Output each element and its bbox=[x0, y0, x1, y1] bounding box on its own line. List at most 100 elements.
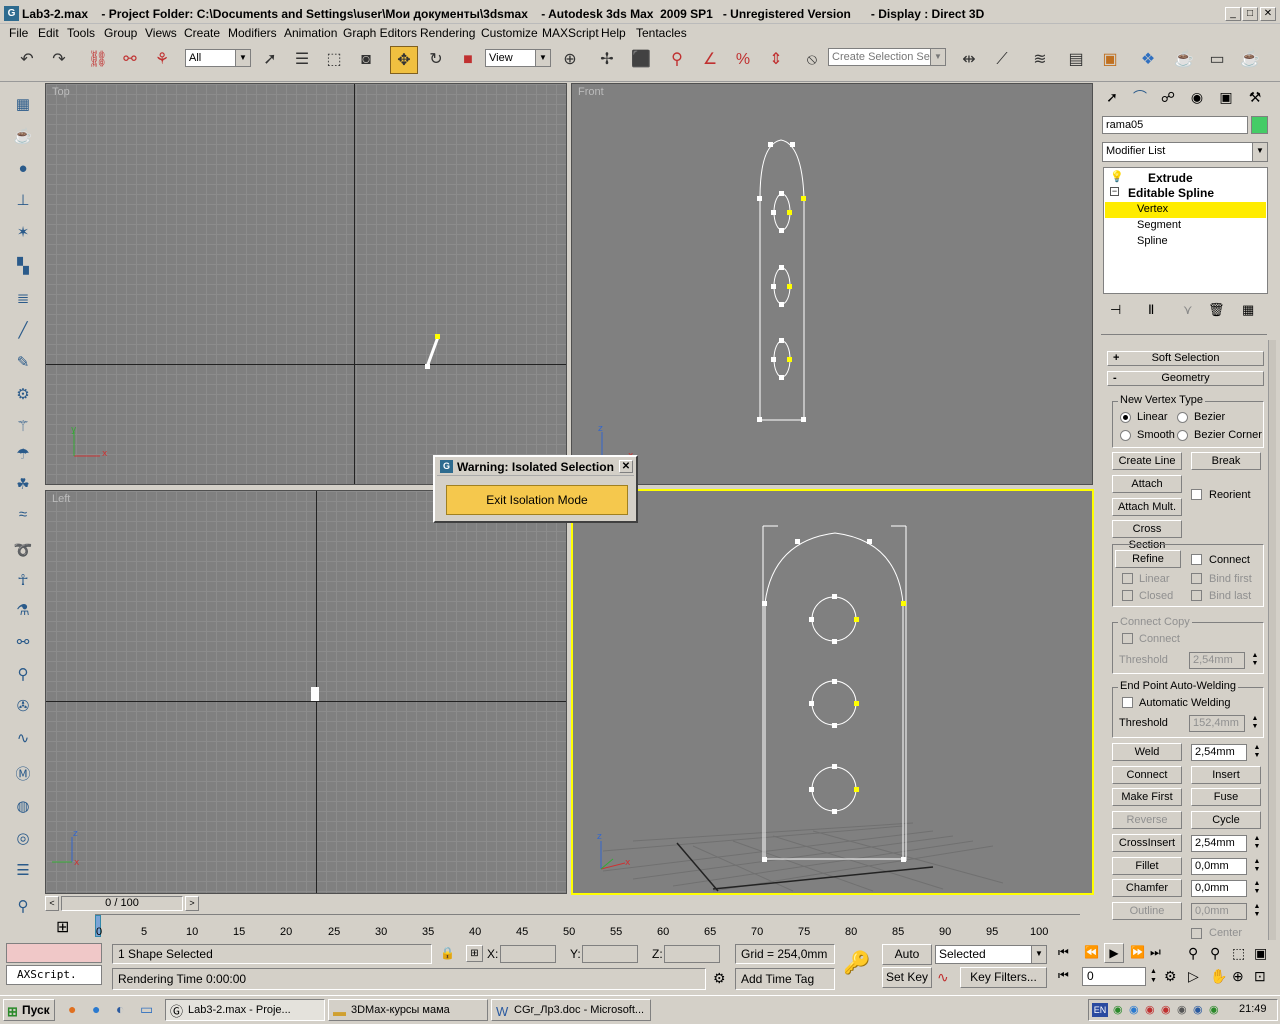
refine-button[interactable]: Refine bbox=[1115, 550, 1181, 568]
percent-snap-icon[interactable]: % bbox=[729, 46, 757, 74]
firefox-icon[interactable]: ● bbox=[68, 1001, 76, 1017]
rendered-frame-window-icon[interactable]: ▭ bbox=[1203, 46, 1231, 74]
modifier-list-dropdown[interactable]: Modifier List ▼ bbox=[1102, 142, 1268, 162]
viewport-label[interactable]: Front bbox=[578, 86, 604, 98]
tray-icon[interactable]: ◉ bbox=[1145, 1003, 1155, 1016]
crossinsert-button[interactable]: CrossInsert bbox=[1112, 834, 1182, 852]
mini-curve-editor-icon[interactable]: ⊞ bbox=[56, 917, 69, 937]
select-and-scale-icon[interactable]: ■ bbox=[454, 46, 482, 74]
swirl-icon[interactable]: ∿ bbox=[10, 726, 36, 752]
zoom-extents-icon[interactable]: ⬚ bbox=[1232, 945, 1245, 962]
radio-smooth[interactable] bbox=[1120, 430, 1131, 441]
redo-icon[interactable]: ↷ bbox=[45, 46, 73, 74]
attach-mult-button[interactable]: Attach Mult. bbox=[1112, 498, 1182, 516]
task-3dsmax[interactable]: Ⓖ Lab3-2.max - Proje... bbox=[165, 999, 325, 1021]
closed-checkbox[interactable] bbox=[1122, 590, 1133, 601]
bind-last-checkbox[interactable] bbox=[1191, 590, 1202, 601]
list-icon[interactable]: ☰ bbox=[10, 858, 36, 884]
desktop-icon[interactable]: ▭ bbox=[140, 1001, 153, 1018]
go-to-start-icon[interactable]: ⏮ bbox=[1058, 945, 1069, 960]
biped-icon[interactable]: ☥ bbox=[10, 568, 36, 594]
connect-checkbox[interactable] bbox=[1191, 554, 1202, 565]
fillet-button[interactable]: Fillet bbox=[1112, 857, 1182, 875]
attach-button[interactable]: Attach bbox=[1112, 475, 1182, 493]
spinner-arrows-icon[interactable]: ▲ ▼ bbox=[1251, 715, 1259, 732]
spinner-arrows-icon[interactable]: ▲ ▼ bbox=[1150, 967, 1157, 985]
radio-linear[interactable] bbox=[1120, 412, 1131, 423]
bone-icon[interactable]: ⚚ bbox=[10, 414, 36, 440]
auto-key-button[interactable]: Auto Key bbox=[882, 944, 932, 980]
task-word[interactable]: W CGr_Лр3.doc - Microsoft... bbox=[491, 999, 651, 1021]
menu-group[interactable]: Group bbox=[104, 26, 137, 40]
create-line-button[interactable]: Create Line bbox=[1112, 452, 1182, 470]
spinner-snap-icon[interactable]: ⇕ bbox=[762, 46, 790, 74]
exit-isolation-mode-button[interactable]: Exit Isolation Mode bbox=[446, 485, 628, 515]
task-folder[interactable]: ▬ 3DMax-курсы мама bbox=[328, 999, 488, 1021]
menu-modifiers[interactable]: Modifiers bbox=[228, 26, 277, 40]
time-configuration-icon[interactable]: ⚙ bbox=[1164, 968, 1177, 985]
menu-views[interactable]: Views bbox=[145, 26, 177, 40]
maximize-viewport-icon[interactable]: ⊡ bbox=[1254, 968, 1266, 985]
app-icon[interactable]: G bbox=[4, 6, 19, 21]
pan-hand-icon[interactable]: ✋ bbox=[1210, 968, 1227, 985]
weld-spinner[interactable]: 2,54mm bbox=[1191, 744, 1247, 761]
zoom-icon[interactable]: ⚲ bbox=[10, 894, 36, 920]
radio-bezier-corner[interactable] bbox=[1177, 430, 1188, 441]
cycle-button[interactable]: Cycle bbox=[1191, 811, 1261, 829]
wave-icon[interactable]: ≈ bbox=[10, 502, 36, 528]
reorient-checkbox[interactable] bbox=[1191, 489, 1202, 500]
spinner-arrows-icon[interactable]: ▲ ▼ bbox=[1253, 858, 1261, 875]
viewport-label[interactable]: Left bbox=[52, 493, 70, 505]
tray-icon[interactable]: ◉ bbox=[1177, 1003, 1187, 1016]
menu-tools[interactable]: Tools bbox=[67, 26, 95, 40]
menu-tentacles[interactable]: Tentacles bbox=[636, 26, 687, 40]
menu-customize[interactable]: Customize bbox=[481, 26, 538, 40]
chevron-right-icon[interactable]: > bbox=[185, 896, 199, 911]
keyboard-shortcut-override-icon[interactable]: ⬛ bbox=[627, 46, 655, 74]
pin-stack-icon[interactable]: ⊣ bbox=[1110, 302, 1121, 318]
lamp-icon[interactable]: ⚲ bbox=[10, 662, 36, 688]
align-icon[interactable]: ⟋ bbox=[988, 46, 1016, 74]
curve-editor-icon[interactable]: ▤ bbox=[1062, 46, 1090, 74]
start-button[interactable]: ⊞ Пуск bbox=[3, 999, 55, 1021]
maxscript-listener[interactable]: AXScript. bbox=[6, 965, 102, 985]
play-icon[interactable]: ▶ bbox=[1104, 943, 1124, 963]
show-end-result-icon[interactable]: Ⅱ bbox=[1148, 302, 1154, 318]
menu-file[interactable]: File bbox=[9, 26, 28, 40]
spinner-arrows-icon[interactable]: ▲ ▼ bbox=[1253, 903, 1261, 920]
dialog-titlebar[interactable]: G Warning: Isolated Selection ✕ bbox=[437, 459, 634, 476]
make-unique-icon[interactable]: ⋎ bbox=[1183, 302, 1193, 318]
outline-button[interactable]: Outline bbox=[1112, 902, 1182, 920]
key-mode-toggle-icon[interactable]: ⏮ bbox=[1058, 968, 1069, 983]
key-icon[interactable]: 🔑 bbox=[843, 950, 870, 976]
next-frame-icon[interactable]: ⏩ bbox=[1130, 945, 1145, 959]
plane-icon[interactable]: ⊥ bbox=[10, 188, 36, 214]
tangent-icon[interactable]: ∿ bbox=[937, 969, 949, 986]
menu-edit[interactable]: Edit bbox=[38, 26, 59, 40]
close-icon[interactable]: ✕ bbox=[1260, 7, 1276, 21]
sphere-icon[interactable]: ● bbox=[10, 156, 36, 182]
viewport-label[interactable]: Top bbox=[52, 86, 70, 98]
maxscript-listener-pink[interactable] bbox=[6, 943, 102, 963]
outline-spinner[interactable]: 0,0mm bbox=[1191, 903, 1247, 920]
lock-selection-icon[interactable]: 🔒 bbox=[440, 946, 455, 960]
pivot-center-icon[interactable]: ⊕ bbox=[556, 46, 584, 74]
menu-create[interactable]: Create bbox=[184, 26, 220, 40]
reference-coord-dropdown[interactable]: View ▼ bbox=[485, 49, 551, 67]
viewport-left[interactable]: Left z x bbox=[45, 490, 567, 894]
skype-icon[interactable]: ● bbox=[92, 1001, 100, 1017]
teapot-icon[interactable]: ☕ bbox=[10, 124, 36, 150]
checker-icon[interactable]: ▚ bbox=[10, 254, 36, 280]
connect-copy-threshold-spinner[interactable]: 2,54mm bbox=[1189, 652, 1245, 669]
stack-item-extrude[interactable]: Extrude bbox=[1148, 171, 1193, 185]
command-panel-scrollbar[interactable] bbox=[1268, 340, 1276, 940]
weld-button[interactable]: Weld bbox=[1112, 743, 1182, 761]
crossinsert-spinner[interactable]: 2,54mm bbox=[1191, 835, 1247, 852]
chamfer-button[interactable]: Chamfer bbox=[1112, 879, 1182, 897]
menu-graph-editors[interactable]: Graph Editors bbox=[343, 26, 417, 40]
box-icon[interactable]: ▦ bbox=[10, 92, 36, 118]
material-editor-icon[interactable]: ❖ bbox=[1134, 46, 1162, 74]
zoom-all-icon[interactable]: ⚲ bbox=[1210, 945, 1220, 962]
z-coordinate-field[interactable] bbox=[664, 945, 720, 963]
configure-modifier-sets-icon[interactable]: ▦ bbox=[1242, 302, 1254, 318]
